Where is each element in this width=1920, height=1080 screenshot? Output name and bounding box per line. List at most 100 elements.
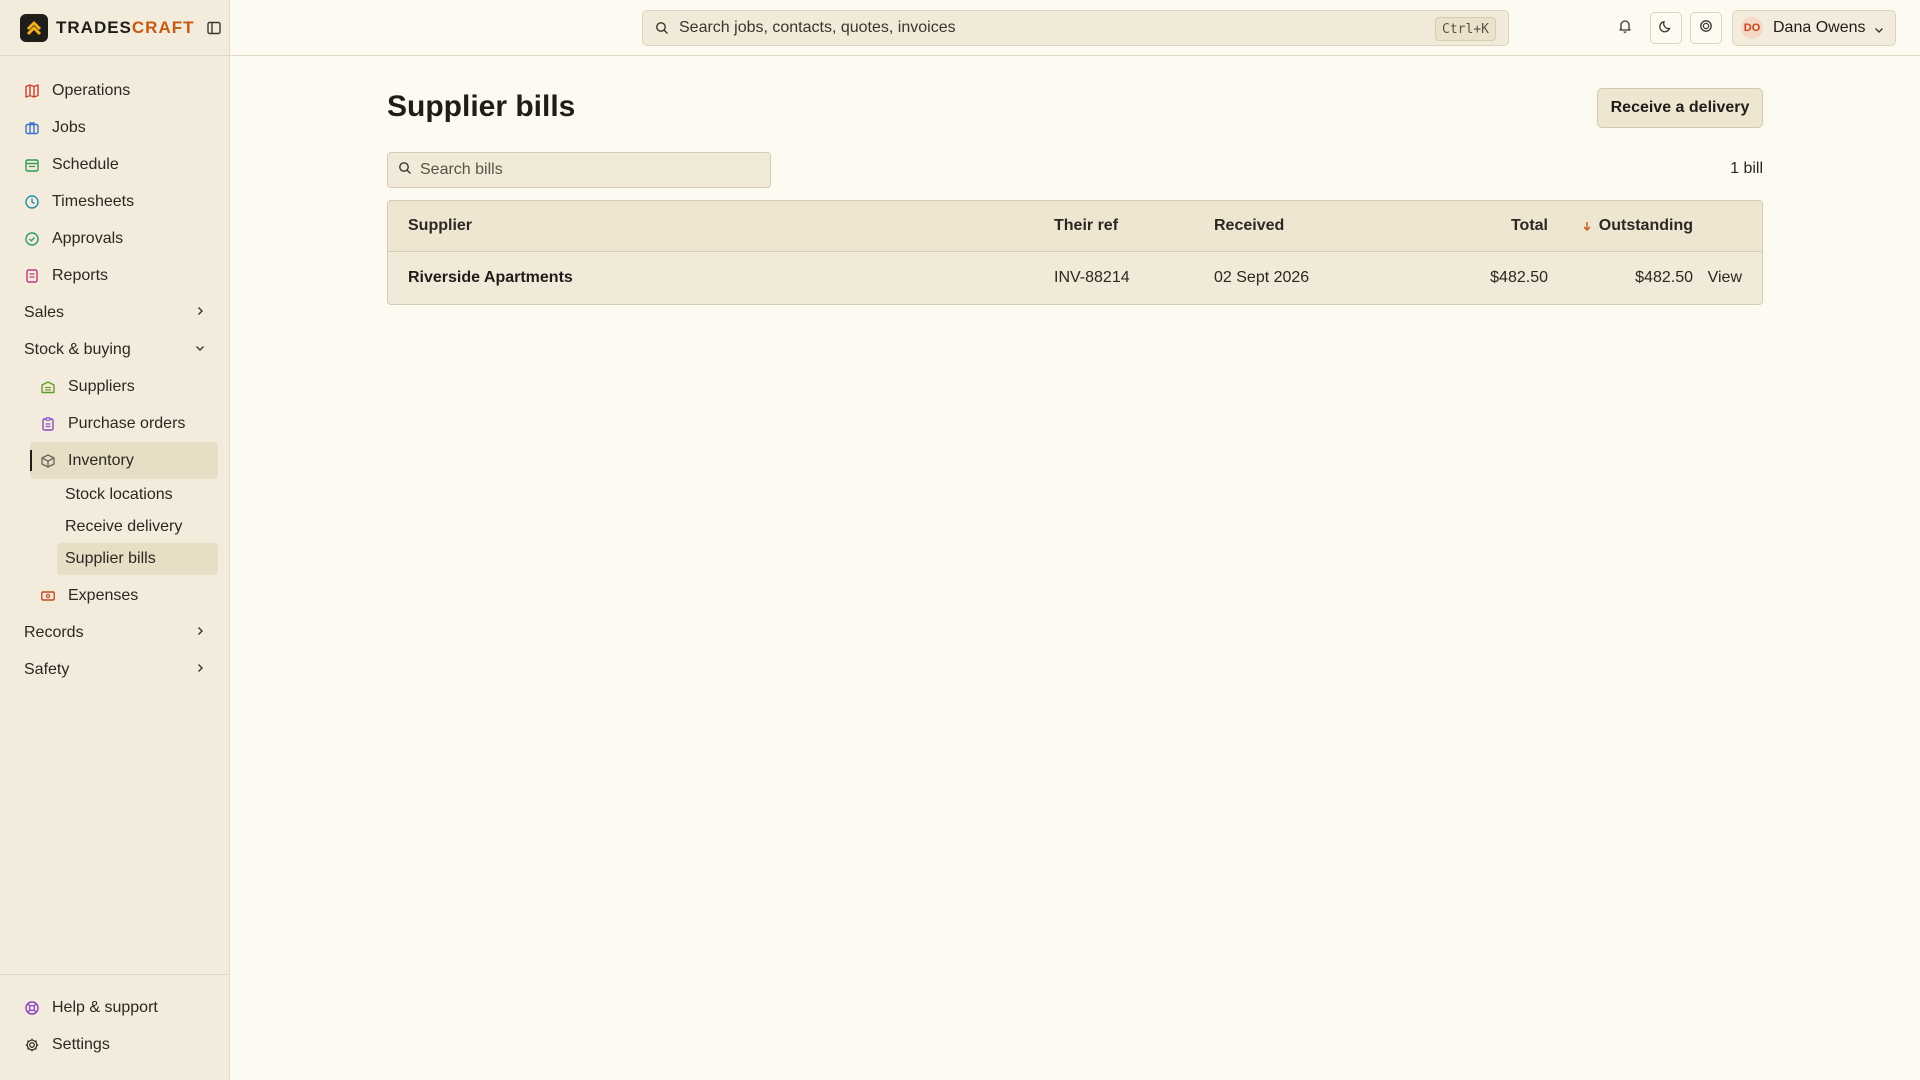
brand: TRADESCRAFT bbox=[0, 0, 229, 56]
calendar-icon bbox=[24, 157, 40, 173]
sidebar-item-label: Supplier bills bbox=[65, 550, 156, 567]
sidebar-nav: Operations Jobs Schedule Timesheets Appr… bbox=[0, 72, 230, 688]
topbar: Search jobs, contacts, quotes, invoices … bbox=[230, 0, 1920, 56]
brand-name: TRADESCRAFT bbox=[56, 18, 195, 38]
sidebar-group-label: Stock & buying bbox=[24, 340, 131, 358]
cell-supplier: Riverside Apartments bbox=[408, 269, 573, 286]
sidebar-item-expenses[interactable]: Expenses bbox=[30, 577, 218, 614]
search-icon bbox=[655, 20, 671, 36]
table-header: Supplier Their ref Received Total Outsta… bbox=[388, 201, 1762, 252]
sidebar-item-reports[interactable]: Reports bbox=[0, 257, 230, 294]
sidebar-item-help[interactable]: Help & support bbox=[0, 989, 230, 1026]
map-icon bbox=[24, 83, 40, 99]
sidebar-item-label: Purchase orders bbox=[68, 414, 186, 432]
chevron-down-icon bbox=[1873, 23, 1885, 41]
chevron-right-icon bbox=[194, 624, 206, 642]
sidebar-item-operations[interactable]: Operations bbox=[0, 72, 230, 109]
sidebar: TRADESCRAFT Operations Jobs Schedule Tim… bbox=[0, 0, 230, 1080]
receive-delivery-button[interactable]: Receive a delivery bbox=[1597, 88, 1763, 128]
sidebar-item-label: Inventory bbox=[68, 451, 134, 469]
sidebar-item-suppliers[interactable]: Suppliers bbox=[30, 368, 218, 405]
column-header-ref[interactable]: Their ref bbox=[1054, 201, 1118, 251]
user-name: Dana Owens bbox=[1773, 19, 1866, 36]
sidebar-item-label: Suppliers bbox=[68, 377, 135, 395]
sidebar-item-label: Help & support bbox=[52, 998, 158, 1016]
global-search-input[interactable]: Search jobs, contacts, quotes, invoices … bbox=[642, 10, 1509, 46]
sidebar-item-jobs[interactable]: Jobs bbox=[0, 109, 230, 146]
page-title: Supplier bills bbox=[387, 90, 576, 123]
sidebar-item-receive-delivery[interactable]: Receive delivery bbox=[57, 511, 218, 543]
column-header-label: Outstanding bbox=[1598, 217, 1693, 234]
gear-icon bbox=[24, 1037, 40, 1053]
global-search-placeholder: Search jobs, contacts, quotes, invoices bbox=[679, 19, 956, 36]
chevron-right-icon bbox=[194, 661, 206, 679]
sidebar-collapse-icon[interactable] bbox=[205, 19, 223, 37]
sidebar-item-purchase-orders[interactable]: Purchase orders bbox=[30, 405, 218, 442]
cell-total: $482.50 bbox=[1490, 269, 1548, 286]
bill-search-field[interactable] bbox=[387, 152, 771, 188]
sidebar-group-safety[interactable]: Safety bbox=[0, 651, 230, 688]
sidebar-item-settings[interactable]: Settings bbox=[0, 1026, 230, 1063]
brand-suffix: CRAFT bbox=[131, 17, 195, 37]
bill-count: 1 bill bbox=[1730, 160, 1763, 177]
cell-ref: INV-88214 bbox=[1054, 269, 1130, 286]
sidebar-item-label: Timesheets bbox=[52, 192, 135, 210]
moon-icon bbox=[1659, 19, 1673, 38]
bill-search-input[interactable] bbox=[420, 161, 760, 179]
bills-table: Supplier Their ref Received Total Outsta… bbox=[387, 200, 1763, 305]
sidebar-group-label: Sales bbox=[24, 303, 65, 321]
brand-prefix: TRADES bbox=[56, 17, 132, 37]
sidebar-item-label: Reports bbox=[52, 266, 109, 284]
sidebar-item-label: Approvals bbox=[52, 229, 124, 247]
sidebar-item-label: Schedule bbox=[52, 155, 119, 173]
check-circle-icon bbox=[24, 231, 40, 247]
box-icon bbox=[40, 453, 56, 469]
sidebar-item-label: Receive delivery bbox=[65, 518, 183, 535]
sidebar-group-sales[interactable]: Sales bbox=[0, 294, 230, 331]
sidebar-group-records[interactable]: Records bbox=[0, 614, 230, 651]
sidebar-item-label: Stock locations bbox=[65, 486, 173, 503]
ticket-icon bbox=[40, 588, 56, 604]
user-menu[interactable]: DO Dana Owens bbox=[1732, 10, 1896, 46]
sidebar-item-label: Operations bbox=[52, 81, 131, 99]
column-header-received[interactable]: Received bbox=[1214, 201, 1284, 251]
avatar: DO bbox=[1741, 17, 1763, 39]
cell-received: 02 Sept 2026 bbox=[1214, 269, 1310, 286]
lifebuoy-icon bbox=[24, 1000, 40, 1016]
report-icon bbox=[24, 268, 40, 284]
column-header-supplier[interactable]: Supplier bbox=[408, 201, 472, 251]
sidebar-item-schedule[interactable]: Schedule bbox=[0, 146, 230, 183]
sidebar-item-approvals[interactable]: Approvals bbox=[0, 220, 230, 257]
column-header-total[interactable]: Total bbox=[1428, 201, 1548, 251]
sidebar-item-label: Settings bbox=[52, 1035, 110, 1053]
sidebar-group-stock[interactable]: Stock & buying bbox=[0, 331, 230, 368]
sidebar-item-label: Jobs bbox=[52, 118, 86, 136]
warehouse-icon bbox=[40, 379, 56, 395]
briefcase-icon bbox=[24, 120, 40, 136]
view-link[interactable]: View bbox=[1678, 252, 1742, 304]
column-header-outstanding[interactable]: Outstanding bbox=[1558, 201, 1693, 251]
table-row[interactable]: Riverside Apartments INV-88214 02 Sept 2… bbox=[388, 252, 1762, 304]
bell-icon bbox=[1617, 18, 1633, 39]
clipboard-icon bbox=[40, 416, 56, 432]
sidebar-group-label: Safety bbox=[24, 660, 70, 678]
sidebar-item-stock-locations[interactable]: Stock locations bbox=[57, 479, 218, 511]
shortcut-badge: Ctrl+K bbox=[1435, 17, 1496, 41]
sidebar-footer: Help & support Settings bbox=[0, 974, 230, 1080]
sort-descending-icon bbox=[1581, 220, 1593, 232]
sidebar-item-supplier-bills[interactable]: Supplier bills bbox=[57, 543, 218, 575]
cell-outstanding: $482.50 bbox=[1635, 269, 1693, 286]
sidebar-group-label: Records bbox=[24, 623, 84, 641]
sidebar-item-label: Expenses bbox=[68, 586, 139, 604]
chevron-down-icon bbox=[194, 341, 206, 359]
contrast-toggle[interactable] bbox=[1690, 12, 1722, 44]
clock-icon bbox=[24, 194, 40, 210]
chevron-right-icon bbox=[194, 304, 206, 322]
sidebar-item-timesheets[interactable]: Timesheets bbox=[0, 183, 230, 220]
search-icon bbox=[398, 161, 412, 180]
sidebar-item-inventory[interactable]: Inventory bbox=[30, 442, 218, 479]
dark-mode-toggle[interactable] bbox=[1650, 12, 1682, 44]
brand-logo-icon[interactable] bbox=[20, 13, 48, 42]
contrast-icon bbox=[1699, 19, 1713, 38]
notifications-button[interactable] bbox=[1609, 12, 1641, 44]
